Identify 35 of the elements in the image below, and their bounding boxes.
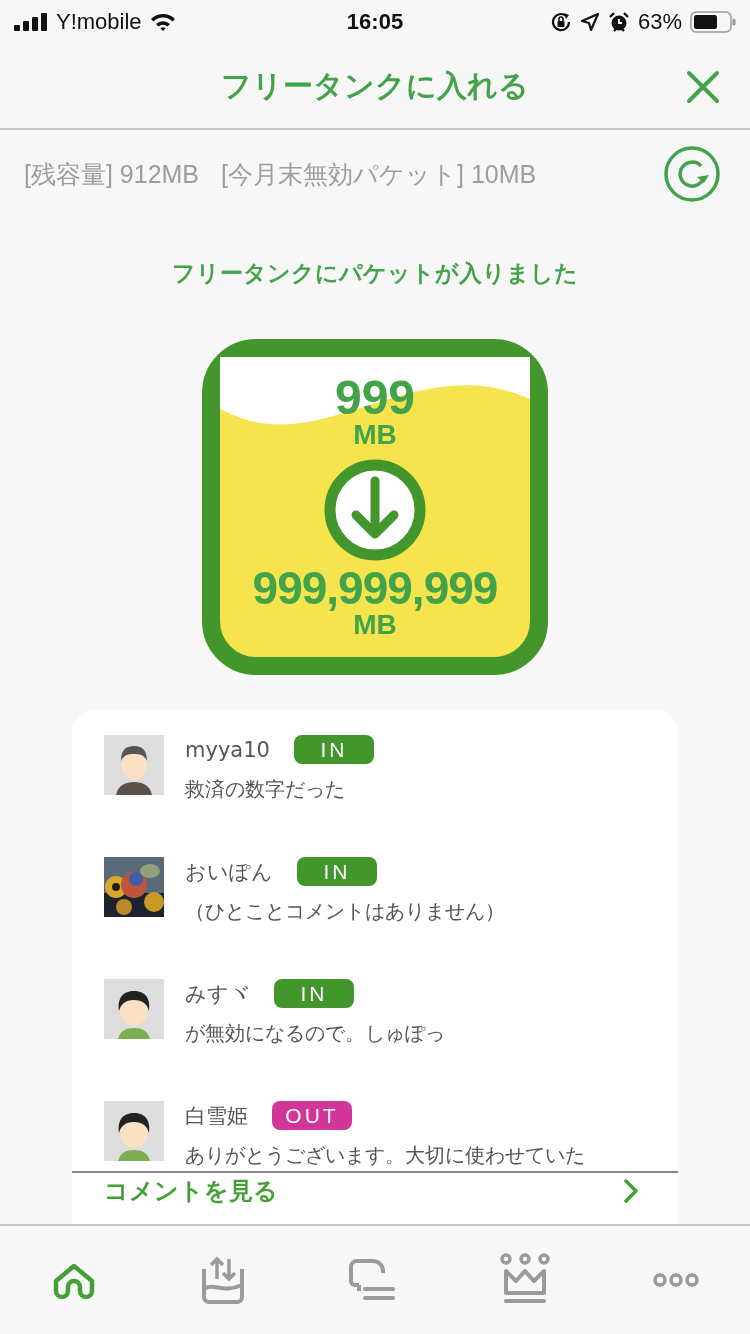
battery-icon: [690, 11, 736, 33]
comment-text: 救済の数字だった: [185, 776, 346, 803]
rotation-lock-icon: [549, 11, 572, 33]
remaining-capacity: [残容量] 912MB: [24, 158, 200, 190]
result-message: フリータンクにパケットが入りました: [171, 259, 579, 288]
total-amount: 999,999,999: [252, 565, 498, 611]
user-name: みすヾ: [185, 980, 250, 1008]
comment-text: （ひとことコメントはありません）: [185, 898, 505, 925]
comment-text: が無効になるので。しゅぽっ: [185, 1020, 445, 1047]
unit-label: MB: [353, 611, 397, 639]
battery-percent: 63%: [637, 9, 682, 35]
person-avatar-icon: [104, 1101, 164, 1161]
chevron-right-icon: [624, 1179, 638, 1203]
direction-tag: IN: [293, 735, 374, 764]
screen-title: フリータンクに入れる: [221, 66, 529, 105]
user-name: myya10: [185, 737, 270, 762]
direction-tag: IN: [274, 979, 354, 1008]
user-name: 白雪姫: [185, 1102, 248, 1130]
view-comments-link[interactable]: コメントを見る: [104, 1177, 278, 1205]
location-arrow-icon: [579, 12, 600, 32]
alarm-icon: [607, 11, 630, 33]
signal-icon: [14, 13, 48, 31]
refresh-button[interactable]: [664, 146, 720, 202]
clock-time: 16:05: [346, 9, 404, 35]
direction-tag: IN: [297, 857, 377, 886]
person-avatar-icon: [104, 735, 164, 795]
direction-tag: OUT: [272, 1101, 352, 1130]
person-avatar-icon: [104, 979, 164, 1039]
carrier-name: Y!mobile: [56, 9, 142, 35]
comment-text: ありがとうございます。大切に使わせていた: [185, 1142, 585, 1169]
unit-label: MB: [353, 421, 397, 449]
expiring-packets: [今月末無効パケット] 10MB: [221, 158, 537, 190]
wifi-icon: [149, 12, 176, 32]
user-name: おいぽん: [185, 858, 273, 886]
close-button[interactable]: [684, 68, 722, 106]
